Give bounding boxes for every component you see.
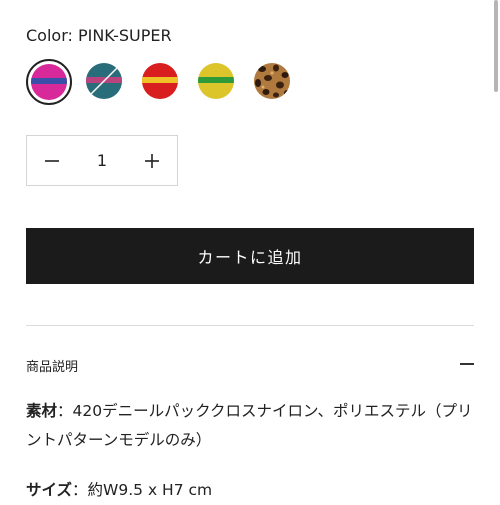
color-swatch-leopard[interactable]	[250, 59, 296, 105]
size-value: ：約W9.5 x H7 cm	[72, 481, 213, 499]
pink-swatch-icon	[31, 64, 67, 100]
plus-icon	[145, 153, 159, 168]
material-value: ：420デニールパッククロスナイロン、ポリエステル（プリントパターンモデルのみ）	[26, 402, 473, 449]
material-label: 素材	[26, 402, 58, 420]
quantity-increase-button[interactable]	[127, 136, 177, 185]
accordion-title: 商品説明	[26, 360, 79, 375]
color-swatch-red[interactable]	[138, 59, 184, 105]
scrollbar[interactable]	[494, 0, 498, 92]
color-label: Color: PINK-SUPER	[26, 26, 172, 45]
product-description-accordion[interactable]: 商品説明	[26, 344, 474, 384]
quantity-value[interactable]: 1	[77, 136, 127, 185]
teal-swatch-icon	[86, 63, 122, 99]
yellow-swatch-icon	[198, 63, 234, 99]
red-swatch-icon	[142, 63, 178, 99]
color-swatch-pink-super[interactable]	[26, 59, 72, 105]
divider	[26, 325, 474, 326]
leopard-swatch-icon	[254, 63, 290, 99]
add-to-cart-button[interactable]: カートに追加	[26, 228, 474, 284]
material-text: 素材：420デニールパッククロスナイロン、ポリエステル（プリントパターンモデルの…	[26, 397, 474, 455]
minus-icon	[460, 363, 474, 365]
quantity-decrease-button[interactable]	[27, 136, 77, 185]
color-swatch-yellow[interactable]	[194, 59, 240, 105]
size-text: サイズ：約W9.5 x H7 cm	[26, 476, 474, 505]
minus-icon	[45, 159, 59, 162]
size-label: サイズ	[26, 481, 73, 499]
quantity-stepper: 1	[26, 135, 178, 186]
color-swatch-teal[interactable]	[82, 59, 128, 105]
